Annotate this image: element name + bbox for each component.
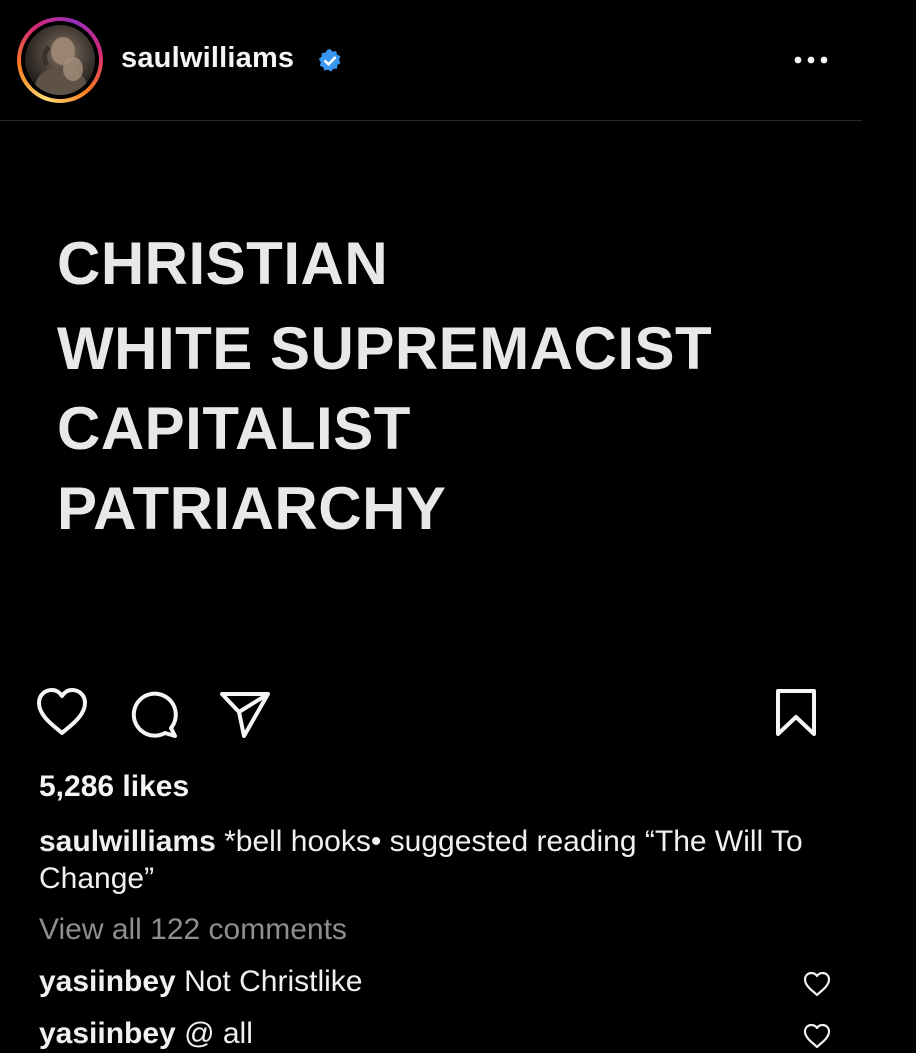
paper-plane-icon[interactable] xyxy=(217,688,273,740)
avatar[interactable] xyxy=(25,25,95,95)
avatar-photo-icon xyxy=(35,37,87,95)
comment-username[interactable]: yasiinbey xyxy=(39,965,176,998)
post-username[interactable]: saulwilliams xyxy=(121,42,294,75)
comment-text: @ all xyxy=(175,1017,253,1050)
comment-item: yasiinbey Not Christlike xyxy=(39,965,362,999)
heart-icon[interactable] xyxy=(34,686,90,738)
bookmark-icon[interactable] xyxy=(772,687,820,739)
comment-item: yasiinbey @ all xyxy=(39,1017,253,1051)
avatar-story-ring[interactable] xyxy=(17,17,103,103)
likes-count[interactable]: 5,286 likes xyxy=(39,770,189,804)
comment-username[interactable]: yasiinbey xyxy=(39,1017,176,1050)
verified-badge-icon xyxy=(318,49,341,72)
view-all-comments-link[interactable]: View all 122 comments xyxy=(39,913,347,947)
post-image[interactable]: CHRISTIAN WHITE SUPREMACIST CAPITALIST P… xyxy=(0,121,862,665)
comment-like-heart-icon[interactable] xyxy=(802,1022,832,1050)
post-header: saulwilliams xyxy=(0,0,862,121)
more-options-icon[interactable] xyxy=(792,48,832,72)
comment-like-heart-icon[interactable] xyxy=(802,970,832,998)
post-caption: saulwilliams *bell hooks• suggested read… xyxy=(39,823,819,897)
post-text-line: CAPITALIST xyxy=(57,395,411,462)
comment-text: Not Christlike xyxy=(175,965,363,998)
post-text-line: WHITE SUPREMACIST xyxy=(57,315,713,382)
caption-username[interactable]: saulwilliams xyxy=(39,825,216,858)
comment-icon[interactable] xyxy=(127,687,181,741)
post-text-line: PATRIARCHY xyxy=(57,475,447,542)
post-text-line: CHRISTIAN xyxy=(57,230,389,297)
